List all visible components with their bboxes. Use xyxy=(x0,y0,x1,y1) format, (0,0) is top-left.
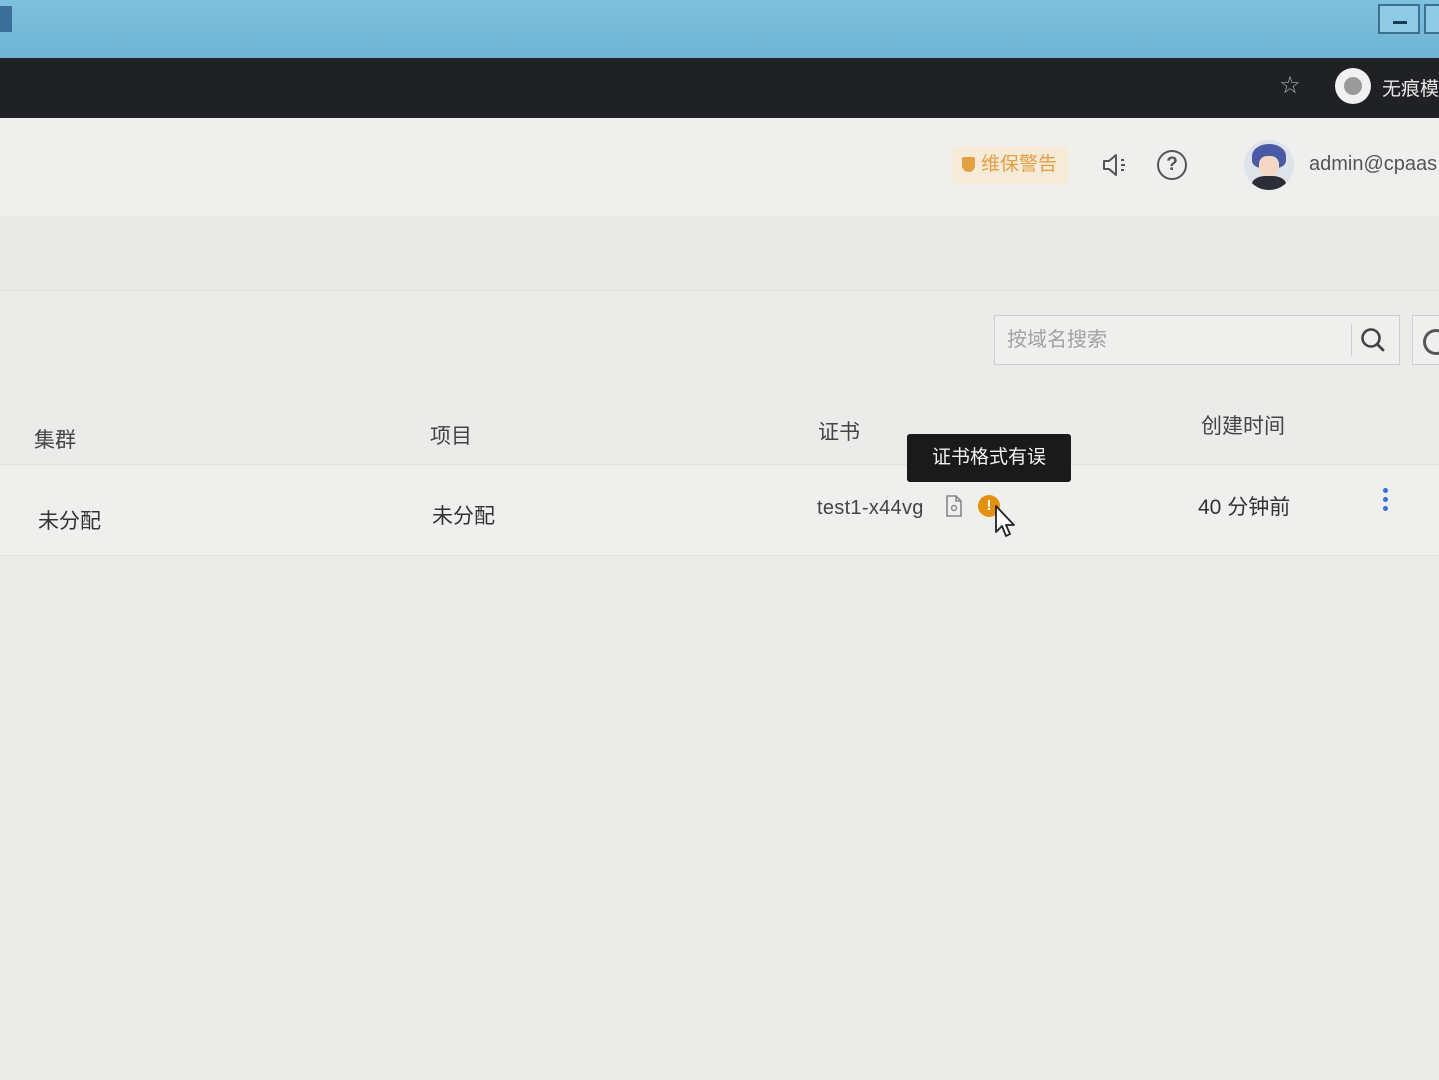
search-icon[interactable] xyxy=(1359,326,1387,354)
search-divider xyxy=(1351,324,1352,356)
sub-toolbar xyxy=(0,216,1439,291)
cell-certificate[interactable]: test1-x44vg xyxy=(817,497,924,520)
bookmark-star-icon[interactable]: ☆ xyxy=(1276,72,1304,100)
window-edge xyxy=(0,6,12,32)
mouse-cursor-icon xyxy=(995,505,1015,537)
refresh-icon xyxy=(1423,329,1439,355)
certificate-error-tooltip: 证书格式有误 xyxy=(907,434,1071,482)
search-input[interactable] xyxy=(995,316,1347,364)
column-header-project: 项目 xyxy=(430,425,472,448)
column-header-certificate: 证书 xyxy=(818,421,860,444)
cell-project: 未分配 xyxy=(432,505,495,528)
app-header xyxy=(0,118,1439,217)
cell-cluster: 未分配 xyxy=(38,510,101,533)
user-avatar[interactable] xyxy=(1244,140,1294,190)
cell-created: 40 分钟前 xyxy=(1198,496,1291,519)
browser-toolbar xyxy=(0,58,1439,118)
avatar-face xyxy=(1259,156,1279,176)
certificate-file-icon[interactable] xyxy=(944,494,964,518)
maintenance-warning-label: 维保警告 xyxy=(981,154,1058,175)
close-button[interactable] xyxy=(1424,4,1439,34)
maintenance-warning-tag[interactable]: 维保警告 xyxy=(952,146,1070,184)
column-header-cluster: 集群 xyxy=(34,429,76,452)
avatar-body xyxy=(1252,176,1286,190)
row-actions-more-icon[interactable] xyxy=(1378,486,1392,518)
incognito-avatar-icon[interactable] xyxy=(1335,68,1371,104)
refresh-button[interactable] xyxy=(1412,315,1439,365)
column-header-created: 创建时间 xyxy=(1201,415,1285,438)
table-header: 集群 项目 证书 创建时间 xyxy=(0,398,1439,465)
os-title-bar xyxy=(0,0,1439,58)
search-box xyxy=(994,315,1400,365)
minimize-button[interactable] xyxy=(1378,4,1420,34)
browser-profile-label[interactable]: 无痕模 xyxy=(1382,74,1439,101)
announcement-speaker-icon[interactable] xyxy=(1100,150,1130,180)
help-icon[interactable]: ? xyxy=(1157,150,1187,180)
table-row: 未分配 未分配 test1-x44vg 40 分钟前 xyxy=(0,465,1439,556)
user-name[interactable]: admin@cpaas xyxy=(1309,153,1437,176)
shield-icon xyxy=(962,157,975,172)
